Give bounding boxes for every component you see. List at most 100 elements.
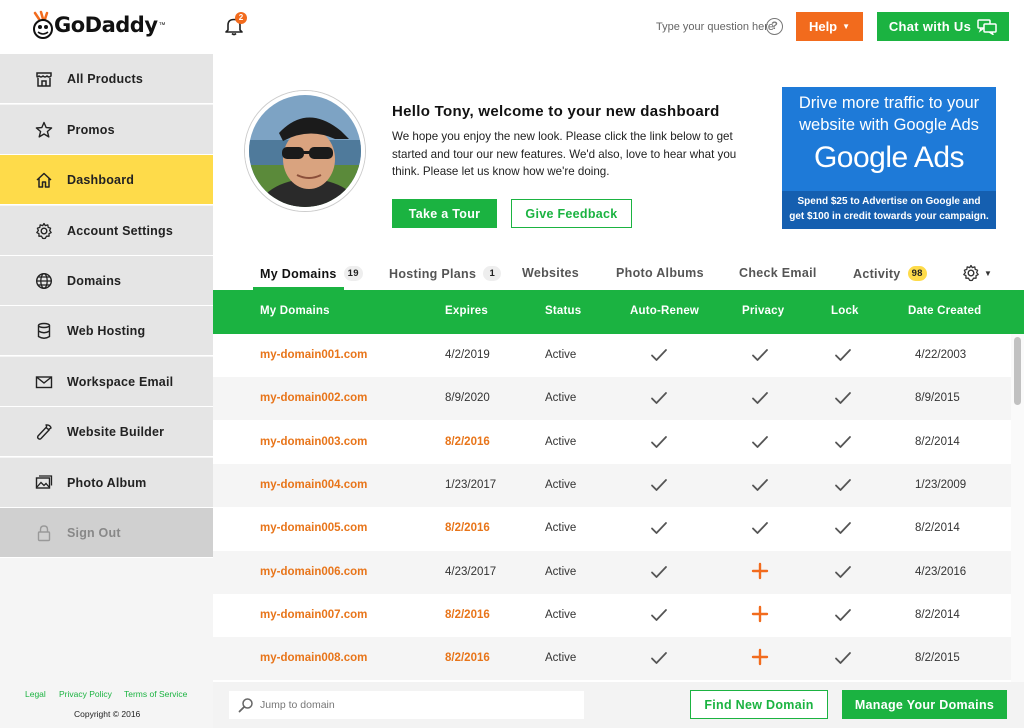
ad-offer-line1: Spend $25 to Advertise on Google and — [797, 196, 981, 207]
chat-bubbles-icon — [977, 18, 997, 35]
tab-activity[interactable]: Activity 98 — [853, 266, 927, 281]
sidebar-item-dashboard[interactable]: Dashboard — [0, 155, 213, 205]
table-row[interactable]: my-domain005.com 8/2/2016 Active 8/2/2014 — [213, 507, 1011, 551]
give-feedback-button[interactable]: Give Feedback — [511, 199, 632, 228]
tab-my-domains[interactable]: My Domains 19 — [260, 266, 363, 281]
notifications-bell-icon[interactable]: 2 — [224, 12, 247, 38]
domain-name-link[interactable]: my-domain007.com — [260, 609, 367, 621]
auto-renew-check-icon — [650, 650, 668, 666]
tab-hosting-plans[interactable]: Hosting Plans 1 — [389, 266, 502, 281]
domain-name-link[interactable]: my-domain003.com — [260, 436, 367, 448]
domain-name-link[interactable]: my-domain004.com — [260, 479, 367, 491]
table-row[interactable]: my-domain007.com 8/2/2016 Active 8/2/2014 — [213, 593, 1011, 637]
sidebar-item-domains[interactable]: Domains — [0, 256, 213, 306]
tab-label: Check Email — [739, 266, 817, 280]
table-row[interactable]: my-domain003.com 8/2/2016 Active 8/2/2014 — [213, 420, 1011, 464]
sidebar-item-promos[interactable]: Promos — [0, 105, 213, 155]
ad-headline-line1: Drive more traffic to your — [798, 94, 980, 112]
tab-label: Activity — [853, 266, 901, 281]
table-row[interactable]: my-domain004.com 1/23/2017 Active 1/23/2009 — [213, 463, 1011, 507]
jump-to-domain-input[interactable] — [229, 691, 584, 719]
take-a-tour-button[interactable]: Take a Tour — [392, 199, 497, 228]
tab-photo-albums[interactable]: Photo Albums — [616, 266, 704, 280]
ad-headline-line2: website with Google Ads — [799, 116, 979, 134]
add-privacy-plus-icon[interactable] — [751, 605, 769, 623]
gear-icon — [963, 264, 979, 282]
photo-icon — [34, 473, 54, 493]
date-created: 4/22/2003 — [915, 349, 967, 361]
table-scrollbar-thumb[interactable] — [1014, 337, 1021, 405]
column-header-domain[interactable]: My Domains — [260, 305, 330, 317]
tab-count-badge: 1 — [483, 266, 502, 281]
sidebar-item-label: Web Hosting — [67, 323, 146, 338]
google-ads-logo: Google Ads — [813, 141, 965, 174]
date-created: 8/2/2015 — [915, 652, 960, 665]
question-icon[interactable]: ? — [766, 18, 783, 35]
chevron-down-icon: ▼ — [984, 268, 992, 278]
domain-name-link[interactable]: my-domain001.com — [260, 349, 367, 361]
expiry-date: 8/9/2020 — [445, 392, 490, 405]
auto-renew-check-icon — [650, 564, 668, 580]
help-search-prompt[interactable]: Type your question here — [656, 21, 774, 33]
date-created: 4/23/2016 — [915, 565, 967, 578]
sidebar-item-label: Domains — [67, 273, 122, 288]
tab-count-badge: 98 — [907, 266, 927, 281]
find-new-domain-button[interactable]: Find New Domain — [690, 690, 828, 719]
sidebar-item-photo-album[interactable]: Photo Album — [0, 458, 213, 508]
privacy-check-icon — [751, 347, 769, 363]
table-row[interactable]: my-domain006.com 4/23/2017 Active 4/23/2016 — [213, 550, 1011, 594]
column-header-date-created[interactable]: Date Created — [908, 305, 981, 317]
tab-label: Photo Albums — [616, 266, 704, 280]
sidebar-item-all-products[interactable]: All Products — [0, 54, 213, 104]
sidebar-item-label: Sign Out — [67, 525, 121, 540]
privacy-policy-link[interactable]: Privacy Policy — [59, 689, 112, 699]
tab-count-badge: 19 — [343, 266, 363, 281]
column-header-auto-renew[interactable]: Auto-Renew — [630, 305, 699, 317]
sidebar-item-workspace-email[interactable]: Workspace Email — [0, 357, 213, 407]
table-row[interactable]: my-domain002.com 8/9/2020 Active 8/9/2015 — [213, 377, 1011, 421]
wrench-icon — [34, 422, 54, 442]
domain-status: Active — [545, 392, 577, 405]
table-row[interactable]: my-domain001.com 4/2/2019 Active 4/22/2003 — [213, 334, 1011, 377]
help-button-label: Help — [808, 19, 838, 34]
logo-trademark: ™ — [158, 21, 166, 29]
tab-label: Hosting Plans — [389, 266, 477, 281]
help-button[interactable]: Help ▼ — [796, 12, 863, 41]
sidebar-item-sign-out[interactable]: Sign Out — [0, 508, 213, 558]
column-header-status[interactable]: Status — [545, 305, 581, 317]
column-header-expires[interactable]: Expires — [445, 305, 488, 317]
tab-settings-menu[interactable]: ▼ — [962, 263, 998, 283]
google-ads-banner[interactable]: Drive more traffic to your website with … — [782, 87, 996, 229]
domain-name-link[interactable]: my-domain002.com — [260, 392, 367, 404]
lock-check-icon — [834, 520, 852, 536]
expiry-date: 8/2/2016 — [445, 608, 490, 621]
envelope-icon — [34, 372, 54, 392]
sidebar-item-account-settings[interactable]: Account Settings — [0, 206, 213, 256]
godaddy-mascot-icon — [32, 10, 53, 40]
manage-your-domains-button[interactable]: Manage Your Domains — [842, 690, 1007, 719]
sidebar-item-label: Workspace Email — [67, 374, 174, 389]
sidebar-item-label: Photo Album — [67, 475, 147, 490]
domain-name-link[interactable]: my-domain005.com — [260, 522, 367, 534]
chat-with-us-button[interactable]: Chat with Us — [877, 12, 1009, 41]
lock-check-icon — [834, 434, 852, 450]
godaddy-logo[interactable]: GoDaddy ™ — [32, 10, 166, 40]
terms-of-service-link[interactable]: Terms of Service — [124, 689, 187, 699]
add-privacy-plus-icon[interactable] — [751, 648, 769, 666]
legal-link[interactable]: Legal — [25, 689, 46, 699]
auto-renew-check-icon — [650, 477, 668, 493]
copyright-text: Copyright © 2016 — [74, 709, 141, 719]
table-row[interactable]: my-domain008.com 8/2/2016 Active 8/2/2015 — [213, 637, 1011, 681]
domain-name-link[interactable]: my-domain008.com — [260, 652, 367, 664]
domain-name-link[interactable]: my-domain006.com — [260, 566, 367, 578]
sidebar-item-label: Promos — [67, 122, 115, 137]
sidebar-item-web-hosting[interactable]: Web Hosting — [0, 306, 213, 356]
sidebar-item-website-builder[interactable]: Website Builder — [0, 407, 213, 457]
expiry-date: 4/2/2019 — [445, 349, 490, 361]
tab-check-email[interactable]: Check Email — [739, 266, 817, 280]
add-privacy-plus-icon[interactable] — [751, 562, 769, 580]
tab-websites[interactable]: Websites — [522, 266, 579, 280]
column-header-privacy[interactable]: Privacy — [742, 305, 784, 317]
welcome-message: We hope you enjoy the new look. Please c… — [392, 130, 737, 178]
column-header-lock[interactable]: Lock — [831, 305, 859, 317]
